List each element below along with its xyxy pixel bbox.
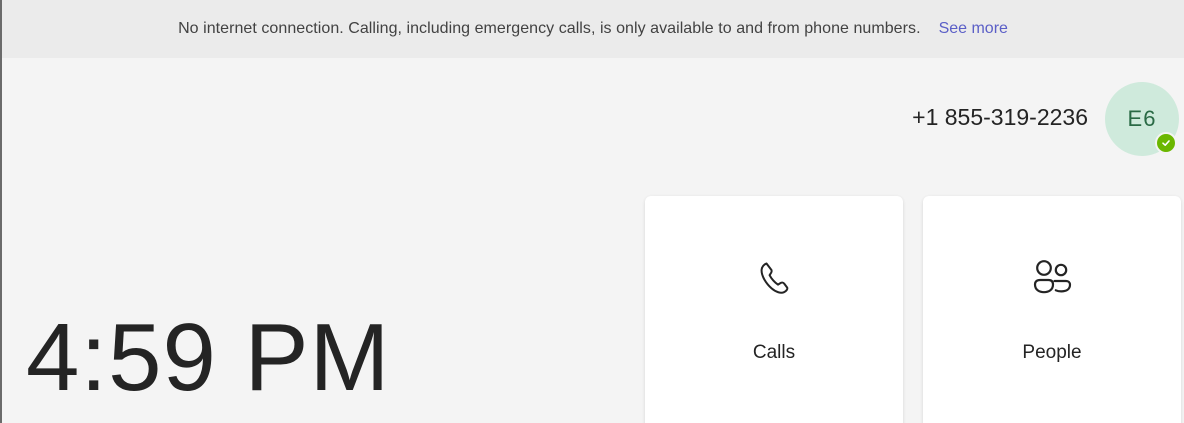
- calls-tile-label: Calls: [752, 342, 796, 363]
- calls-tile[interactable]: Calls: [645, 196, 903, 423]
- presence-available-icon: [1155, 132, 1177, 154]
- people-tile[interactable]: People: [923, 196, 1181, 423]
- banner-message: No internet connection. Calling, includi…: [178, 20, 921, 37]
- phone-icon: [750, 254, 798, 302]
- phone-number: +1 855-319-2236: [912, 104, 1088, 130]
- see-more-link[interactable]: See more: [939, 20, 1008, 38]
- app-window: No internet connection. Calling, includi…: [0, 0, 1184, 423]
- offline-banner: No internet connection. Calling, includi…: [2, 0, 1184, 58]
- avatar-initials: E6: [1127, 106, 1157, 131]
- people-icon: [1028, 254, 1076, 302]
- clock-time: 4:59 PM: [26, 304, 391, 411]
- people-tile-label: People: [1022, 342, 1082, 363]
- avatar[interactable]: E6: [1105, 82, 1179, 156]
